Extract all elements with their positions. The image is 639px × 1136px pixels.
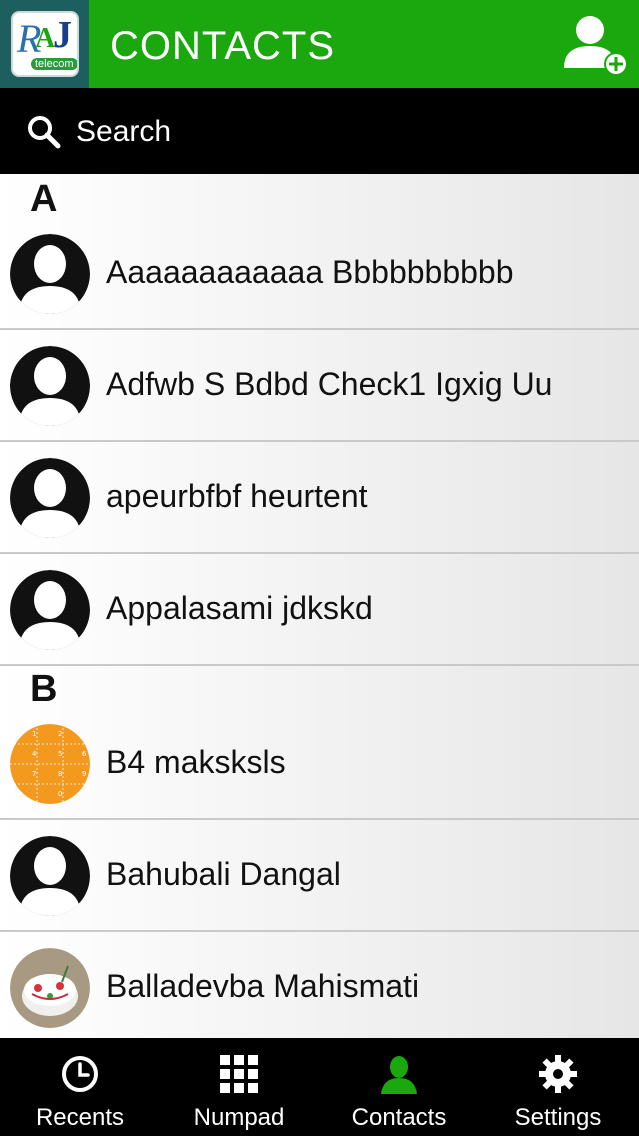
tab-label: Recents: [35, 1104, 125, 1131]
svg-text:0: 0: [58, 790, 62, 798]
svg-text:6: 6: [82, 750, 87, 758]
svg-text:1: 1: [32, 730, 36, 738]
svg-text:2: 2: [58, 730, 62, 738]
contact-name: apeurbfbf heurtent: [106, 478, 368, 514]
clock-icon: [62, 1056, 98, 1092]
svg-text:7: 7: [32, 770, 36, 778]
default-avatar-icon: [10, 570, 90, 650]
contact-row[interactable]: Appalasami jdkskd: [0, 554, 639, 666]
person-icon: [381, 1056, 417, 1094]
contact-name: Aaaaaaaaaaaa Bbbbbbbbbb: [106, 254, 514, 290]
svg-text:5: 5: [58, 750, 62, 758]
logo-subtext: telecom: [31, 58, 77, 70]
contact-name: Adfwb S Bdbd Check1 Igxig Uu: [106, 366, 553, 402]
cake-photo-avatar: [10, 948, 90, 1028]
svg-text:9: 9: [82, 770, 86, 778]
search-input[interactable]: [76, 115, 576, 149]
default-avatar-icon: [10, 346, 90, 426]
contact-name: Appalasami jdkskd: [106, 590, 373, 626]
tab-label: Settings: [514, 1104, 602, 1131]
bottom-nav: Recents Numpad Contacts Settings: [0, 1038, 639, 1136]
tab-contacts[interactable]: Contacts: [319, 1038, 479, 1136]
default-avatar-icon: [10, 836, 90, 916]
tab-settings[interactable]: Settings: [478, 1038, 638, 1136]
contact-row[interactable]: Adfwb S Bdbd Check1 Igxig Uu: [0, 330, 639, 442]
gear-icon: [539, 1055, 577, 1093]
default-avatar-icon: [10, 458, 90, 538]
app-header: R A J telecom CONTACTS: [0, 0, 639, 88]
tab-label: Contacts: [351, 1104, 447, 1131]
contact-row[interactable]: Bahubali Dangal: [0, 820, 639, 932]
tab-recents[interactable]: Recents: [0, 1038, 160, 1136]
svg-text:8: 8: [58, 770, 62, 778]
contact-row[interactable]: Balladevba Mahismati: [0, 932, 639, 1038]
contact-row[interactable]: apeurbfbf heurtent: [0, 442, 639, 554]
section-header-a: A: [30, 178, 58, 220]
add-user-icon[interactable]: [560, 12, 630, 78]
contact-name: Bahubali Dangal: [106, 856, 341, 892]
search-icon[interactable]: [26, 114, 62, 150]
keypad-photo-avatar: 1 2 4 5 6 7 8 9 0: [10, 724, 90, 804]
contact-name: B4 maksksls: [106, 744, 286, 780]
tab-numpad[interactable]: Numpad: [159, 1038, 319, 1136]
app-logo: R A J telecom: [11, 11, 79, 77]
section-header-b: B: [30, 668, 58, 710]
page-title: CONTACTS: [110, 24, 336, 68]
contact-list[interactable]: A Aaaaaaaaaaaa Bbbbbbbbbb Adfwb S Bdbd C…: [0, 174, 639, 1038]
grid-icon: [220, 1055, 258, 1093]
contact-row[interactable]: 1 2 4 5 6 7 8 9 0 B4 maksksls: [0, 708, 639, 820]
svg-text:4: 4: [32, 750, 37, 758]
tab-label: Numpad: [193, 1104, 285, 1131]
logo-container: R A J telecom: [0, 0, 89, 88]
contact-name: Balladevba Mahismati: [106, 968, 420, 1004]
default-avatar-icon: [10, 234, 90, 314]
contact-row[interactable]: Aaaaaaaaaaaa Bbbbbbbbbb: [0, 218, 639, 330]
